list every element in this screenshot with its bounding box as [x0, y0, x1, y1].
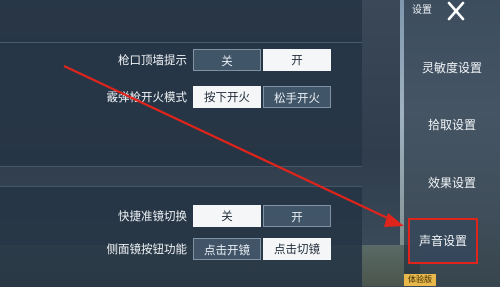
option-on-button[interactable]: 开: [263, 49, 331, 71]
toggle-group: 关 开: [193, 49, 331, 71]
tap-to-switch-scope-button[interactable]: 点击切镜: [263, 238, 331, 260]
beta-badge: 体验版: [404, 274, 436, 286]
option-off-button[interactable]: 关: [193, 49, 261, 71]
setting-label: 枪口顶墙提示: [118, 53, 187, 67]
setting-row-muzzle-hint: 枪口顶墙提示 关 开: [0, 49, 362, 71]
toggle-group: 按下开火 松手开火: [193, 86, 331, 108]
sidebar-header: 设置: [404, 0, 500, 24]
setting-row-shotgun-fire-mode: 霰弹枪开火模式 按下开火 松手开火: [0, 86, 362, 108]
option-on-button[interactable]: 开: [263, 205, 331, 227]
sidebar-title: 设置: [412, 5, 432, 16]
setting-label: 侧面镜按钮功能: [106, 242, 188, 256]
divider: [0, 42, 362, 43]
sidebar-item-effects[interactable]: 效果设置: [404, 171, 500, 195]
tap-to-aim-button[interactable]: 点击开镜: [193, 238, 261, 260]
setting-row-quick-scope-switch: 快捷准镜切换 关 开: [0, 205, 362, 227]
release-to-fire-button[interactable]: 松手开火: [263, 86, 331, 108]
toggle-group: 关 开: [193, 205, 331, 227]
press-to-fire-button[interactable]: 按下开火: [193, 86, 261, 108]
option-off-button[interactable]: 关: [193, 205, 261, 227]
setting-label: 霰弹枪开火模式: [106, 90, 188, 104]
settings-group-bottom: 快捷准镜切换 关 开 侧面镜按钮功能 点击开镜 点击切镜: [0, 186, 362, 287]
setting-row-side-scope-button: 侧面镜按钮功能 点击开镜 点击切镜: [0, 238, 362, 260]
sidebar-item-sound[interactable]: 声音设置: [408, 218, 478, 264]
sidebar-item-pickup[interactable]: 拾取设置: [404, 113, 500, 137]
settings-group-top: 枪口顶墙提示 关 开 霰弹枪开火模式 按下开火 松手开火: [0, 0, 362, 167]
setting-label: 快捷准镜切换: [118, 209, 187, 223]
close-icon[interactable]: [444, 0, 468, 22]
sidebar-item-sensitivity[interactable]: 灵敏度设置: [404, 56, 500, 80]
toggle-group: 点击开镜 点击切镜: [193, 238, 331, 260]
